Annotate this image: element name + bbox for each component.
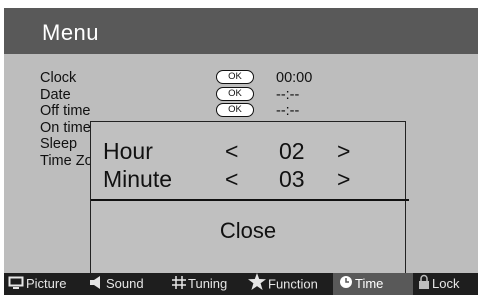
star-icon bbox=[248, 273, 266, 297]
menu-title: Menu bbox=[42, 20, 100, 45]
hour-value: 02 bbox=[279, 138, 305, 164]
menu-row-label: Date bbox=[40, 86, 71, 103]
lock-icon bbox=[418, 274, 430, 296]
menu-tab-bar: Picture Sound Tuning Function Time Lock bbox=[4, 273, 478, 295]
minute-label: Minute bbox=[103, 166, 173, 192]
grid-icon bbox=[172, 274, 186, 296]
menu-row-label: Off time bbox=[40, 103, 91, 119]
menu-row-clock[interactable]: Clock OK 00:00 bbox=[40, 70, 440, 87]
minute-decrease-button[interactable]: < bbox=[225, 166, 238, 193]
tab-picture[interactable]: Picture bbox=[8, 273, 66, 295]
menu-row-label: Sleep bbox=[40, 136, 78, 152]
tab-lock[interactable]: Lock bbox=[418, 273, 459, 295]
hour-label: Hour bbox=[103, 138, 153, 164]
tab-label: Sound bbox=[106, 276, 144, 291]
title-bar: Menu bbox=[4, 8, 478, 54]
tab-label: Lock bbox=[432, 276, 460, 291]
minute-row: Minute < 03 > bbox=[91, 166, 405, 194]
ok-button[interactable]: OK bbox=[216, 103, 254, 117]
menu-row-label: On time bbox=[40, 119, 91, 136]
tab-time[interactable]: Time bbox=[333, 273, 413, 295]
tab-tuning[interactable]: Tuning bbox=[172, 273, 227, 295]
hour-increase-button[interactable]: > bbox=[337, 138, 350, 165]
tab-label: Function bbox=[268, 276, 318, 292]
hour-decrease-button[interactable]: < bbox=[225, 138, 238, 165]
tab-label: Picture bbox=[26, 276, 67, 291]
menu-row-off-time[interactable]: Off time OK --:-- bbox=[40, 103, 440, 120]
hour-row: Hour < 02 > bbox=[91, 138, 405, 166]
minute-increase-button[interactable]: > bbox=[337, 166, 350, 193]
ok-button[interactable]: OK bbox=[216, 70, 254, 84]
menu-row-value: 00:00 bbox=[276, 70, 313, 86]
monitor-icon bbox=[8, 274, 24, 296]
clock-icon bbox=[339, 274, 353, 296]
dialog-divider bbox=[91, 199, 409, 201]
close-button[interactable]: Close bbox=[91, 218, 405, 244]
menu-row-date[interactable]: Date OK --:-- bbox=[40, 86, 440, 104]
tab-function[interactable]: Function bbox=[248, 273, 318, 295]
time-set-dialog: Hour < 02 > Minute < 03 > Close bbox=[90, 121, 409, 275]
osd-screen: Menu Clock OK 00:00 Date OK --:-- Off ti… bbox=[4, 8, 478, 295]
speaker-icon bbox=[90, 274, 104, 296]
menu-row-value: --:-- bbox=[276, 103, 300, 119]
ok-button[interactable]: OK bbox=[216, 86, 254, 101]
minute-value: 03 bbox=[279, 166, 305, 192]
tab-sound[interactable]: Sound bbox=[90, 273, 144, 295]
menu-row-value: --:-- bbox=[276, 86, 300, 103]
tab-label: Time bbox=[355, 276, 384, 291]
menu-row-label: Clock bbox=[40, 70, 77, 86]
tab-label: Tuning bbox=[188, 276, 228, 291]
